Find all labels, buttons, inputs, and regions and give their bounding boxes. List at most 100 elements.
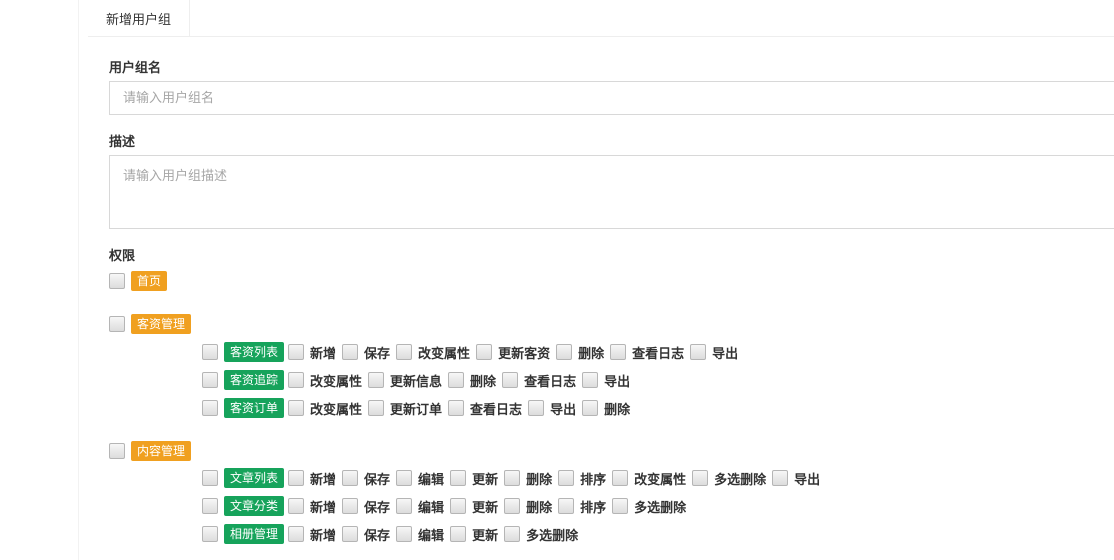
group-name-input[interactable] [109, 81, 1114, 115]
perm-action-label: 删除 [526, 472, 553, 488]
checkbox[interactable] [342, 526, 359, 542]
perm-group-content: 内容管理 [109, 441, 192, 461]
checkbox[interactable] [202, 470, 218, 486]
checkbox[interactable] [288, 344, 305, 360]
checkbox[interactable] [450, 470, 467, 486]
checkbox[interactable] [692, 470, 709, 486]
checkbox[interactable] [396, 526, 413, 542]
perm-tag-content: 内容管理 [131, 441, 192, 461]
perm-action-label: 新增 [310, 472, 337, 488]
checkbox[interactable] [342, 344, 359, 360]
perm-module-tag: 相册管理 [224, 524, 285, 544]
perm-action-label: 导出 [712, 346, 739, 362]
checkbox[interactable] [368, 400, 385, 416]
perm-tag-customer: 客资管理 [131, 314, 192, 334]
checkbox[interactable] [582, 372, 599, 388]
perm-module-tag: 文章分类 [224, 496, 285, 516]
checkbox[interactable] [288, 498, 305, 514]
perm-group-customer: 客资管理 [109, 314, 192, 334]
perm-action-label: 改变属性 [418, 346, 471, 362]
perm-action-label: 保存 [364, 528, 391, 544]
checkbox[interactable] [288, 400, 305, 416]
perm-action-label: 查看日志 [632, 346, 685, 362]
checkbox[interactable] [582, 400, 599, 416]
checkbox[interactable] [504, 498, 521, 514]
tab-bar: 新增用户组 [88, 0, 1114, 37]
checkbox[interactable] [368, 372, 385, 388]
perm-action-label: 保存 [364, 472, 391, 488]
checkbox[interactable] [556, 344, 573, 360]
perm-action-label: 导出 [794, 472, 821, 488]
checkbox[interactable] [690, 344, 707, 360]
checkbox[interactable] [772, 470, 789, 486]
perm-action-label: 删除 [470, 374, 497, 390]
checkbox[interactable] [109, 273, 125, 289]
group-name-label: 用户组名 [109, 61, 162, 76]
perm-action-label: 新增 [310, 346, 337, 362]
perm-action-label: 更新 [472, 500, 499, 516]
checkbox[interactable] [448, 400, 465, 416]
checkbox[interactable] [109, 316, 125, 332]
description-textarea[interactable] [109, 155, 1114, 229]
checkbox[interactable] [504, 526, 521, 542]
perm-action-label: 排序 [580, 500, 607, 516]
checkbox[interactable] [448, 372, 465, 388]
perm-action-label: 新增 [310, 500, 337, 516]
checkbox[interactable] [288, 526, 305, 542]
checkbox[interactable] [504, 470, 521, 486]
checkbox[interactable] [202, 344, 218, 360]
perm-action-label: 新增 [310, 528, 337, 544]
tab-add-user-group[interactable]: 新增用户组 [88, 0, 190, 36]
perm-action-label: 编辑 [418, 528, 445, 544]
checkbox[interactable] [342, 470, 359, 486]
perm-row: 客资追踪 改变属性 更新信息 删除 查看日志 导出 [202, 370, 636, 390]
perm-row: 文章列表 新增 保存 编辑 更新 删除 排序 改变属性 多选删除 导出 [202, 468, 826, 488]
perm-action-label: 查看日志 [524, 374, 577, 390]
perm-action-label: 多选删除 [634, 500, 687, 516]
checkbox[interactable] [396, 470, 413, 486]
checkbox[interactable] [476, 344, 493, 360]
checkbox[interactable] [612, 470, 629, 486]
left-blank-area [0, 0, 78, 560]
perm-row: 客资列表 新增 保存 改变属性 更新客资 删除 查看日志 导出 [202, 342, 744, 362]
checkbox[interactable] [202, 400, 218, 416]
checkbox[interactable] [342, 498, 359, 514]
checkbox[interactable] [288, 470, 305, 486]
perm-tag-home: 首页 [131, 271, 168, 291]
perm-action-label: 编辑 [418, 500, 445, 516]
checkbox[interactable] [502, 372, 519, 388]
perm-action-label: 导出 [604, 374, 631, 390]
checkbox[interactable] [558, 470, 575, 486]
perm-action-label: 改变属性 [310, 374, 363, 390]
checkbox[interactable] [558, 498, 575, 514]
perm-row: 文章分类 新增 保存 编辑 更新 删除 排序 多选删除 [202, 496, 692, 516]
perm-action-label: 删除 [604, 402, 631, 418]
checkbox[interactable] [202, 526, 218, 542]
perm-row: 客资订单 改变属性 更新订单 查看日志 导出 删除 [202, 398, 636, 418]
permissions-label: 权限 [109, 249, 136, 264]
perm-module-tag: 客资列表 [224, 342, 285, 362]
checkbox[interactable] [528, 400, 545, 416]
checkbox[interactable] [202, 372, 218, 388]
checkbox[interactable] [612, 498, 629, 514]
checkbox[interactable] [396, 344, 413, 360]
perm-action-label: 多选删除 [714, 472, 767, 488]
perm-action-label: 改变属性 [634, 472, 687, 488]
perm-action-label: 查看日志 [470, 402, 523, 418]
divider [78, 0, 79, 560]
checkbox[interactable] [450, 526, 467, 542]
perm-action-label: 保存 [364, 346, 391, 362]
checkbox[interactable] [450, 498, 467, 514]
perm-action-label: 排序 [580, 472, 607, 488]
checkbox[interactable] [610, 344, 627, 360]
perm-action-label: 更新信息 [390, 374, 443, 390]
checkbox[interactable] [396, 498, 413, 514]
checkbox[interactable] [288, 372, 305, 388]
checkbox[interactable] [202, 498, 218, 514]
checkbox[interactable] [109, 443, 125, 459]
perm-action-label: 改变属性 [310, 402, 363, 418]
perm-group-home: 首页 [109, 271, 168, 291]
perm-action-label: 保存 [364, 500, 391, 516]
perm-action-label: 更新订单 [390, 402, 443, 418]
perm-row: 相册管理 新增 保存 编辑 更新 多选删除 [202, 524, 584, 544]
